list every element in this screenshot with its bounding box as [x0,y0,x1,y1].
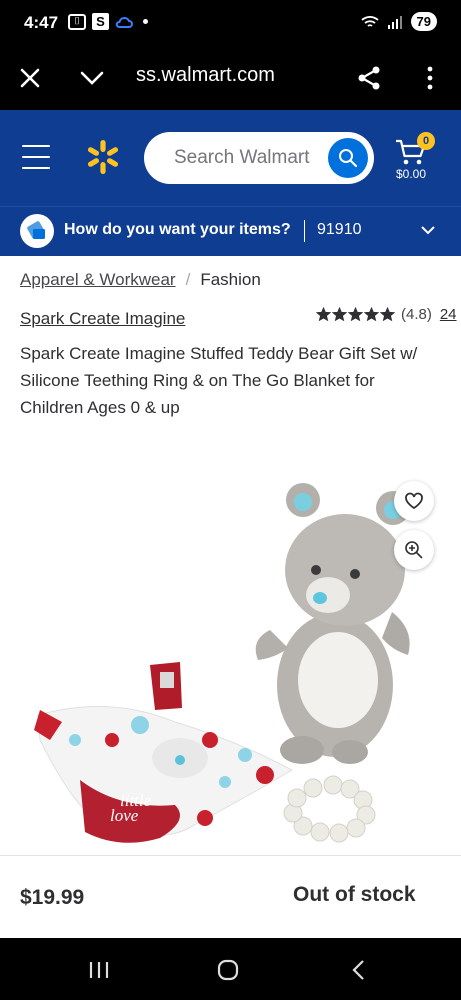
breadcrumb: Apparel & Workwear / Fashion [20,270,261,290]
walmart-header: Search Walmart 0 $0.00 [0,110,461,206]
brand-link[interactable]: Spark Create Imagine [20,309,185,329]
star-icon [380,307,395,322]
review-count-link[interactable]: 24 [440,306,457,323]
price-bar: $19.99 Out of stock [0,855,461,938]
system-navigation-bar [0,938,461,1000]
chevron-down-icon [80,71,104,85]
fulfillment-question: How do you want your items? [64,221,291,238]
close-tab-button[interactable] [12,60,48,96]
blanket-image [34,662,294,843]
close-icon [20,68,40,88]
url-text[interactable]: ss.walmart.com [136,64,275,87]
chevron-down-icon [421,226,435,235]
more-options-button[interactable] [412,60,448,96]
breadcrumb-separator: / [185,270,191,289]
star-icon [348,307,363,322]
s-app-icon: S [92,13,109,30]
star-rating [316,307,395,322]
breadcrumb-current[interactable]: Fashion [200,270,260,290]
fulfillment-selector[interactable]: How do you want your items? 91910 [0,206,461,256]
cart-count-badge: 0 [417,132,435,150]
cloud-icon [115,16,133,28]
product-title: Spark Create Imagine Stuffed Teddy Bear … [20,344,418,417]
menu-icon [22,145,50,147]
status-bar: 4:47 ⌷ S 79 [0,0,461,46]
search-button[interactable] [328,138,368,178]
blanket-text-line2: love [110,806,139,825]
favorite-button[interactable] [394,481,434,521]
menu-button[interactable] [22,145,50,169]
back-icon [352,960,364,980]
battery-indicator: 79 [410,12,437,31]
zoom-button[interactable] [394,530,434,570]
star-icon [364,307,379,322]
search-bar[interactable]: Search Walmart [144,132,374,184]
wifi-icon [360,15,379,27]
screenshot-icon: ⌷ [68,13,86,30]
share-icon [358,66,380,90]
recents-icon [89,962,109,978]
cart-total: $0.00 [396,167,427,181]
search-placeholder: Search Walmart [174,147,310,168]
rating-summary[interactable]: (4.8) 24 [316,306,457,323]
back-button[interactable] [343,956,373,984]
product-image[interactable]: little love [0,440,461,850]
product-price: $19.99 [20,886,85,909]
star-icon [316,307,331,322]
breadcrumb-link-apparel[interactable]: Apparel & Workwear [20,270,176,290]
zip-code: 91910 [317,221,362,238]
notification-dot [143,19,148,24]
search-icon [339,149,358,168]
star-icon [332,307,347,322]
home-button[interactable] [213,956,243,984]
rating-value: (4.8) [401,306,432,323]
browser-toolbar: ss.walmart.com [0,46,461,110]
share-button[interactable] [351,60,387,96]
signal-icon [387,15,402,29]
more-vert-icon [427,66,433,90]
heart-icon [405,492,423,510]
status-time: 4:47 [24,13,59,32]
home-icon [217,959,239,981]
zoom-in-icon [405,541,423,559]
collapse-button[interactable] [74,60,110,96]
delivery-icon [20,214,54,248]
availability-status: Out of stock [293,883,416,906]
cart-button[interactable]: 0 $0.00 [392,132,440,192]
teddy-bear-image [255,483,410,764]
teething-ring-image [283,775,376,843]
spark-logo-icon[interactable] [84,138,122,176]
recents-button[interactable] [84,956,114,984]
